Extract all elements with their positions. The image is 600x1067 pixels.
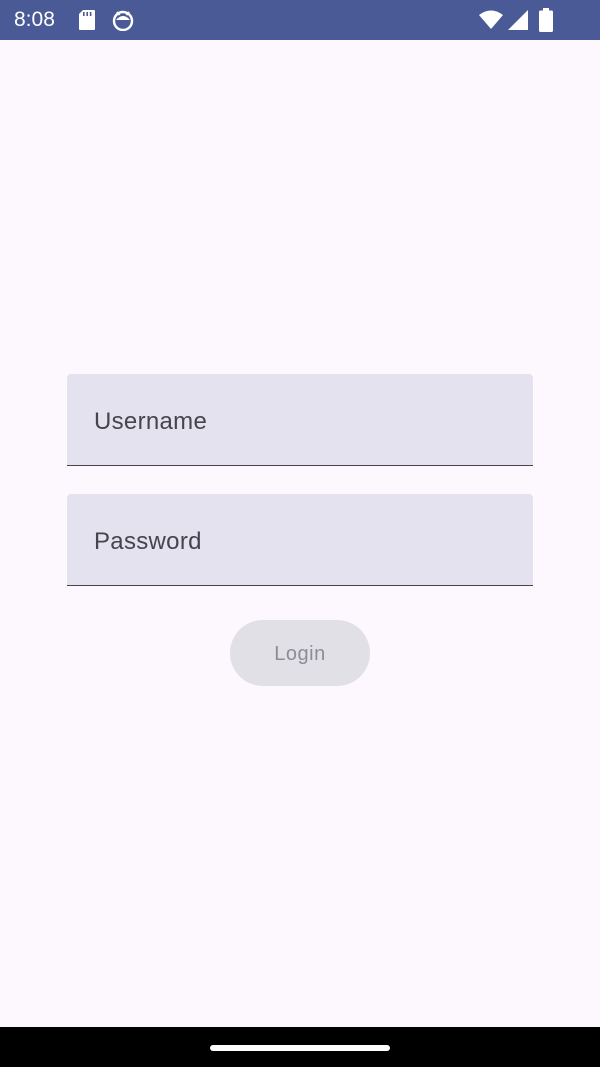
signal-icon bbox=[508, 10, 528, 30]
home-gesture-handle[interactable] bbox=[210, 1045, 390, 1051]
navigation-bar bbox=[0, 1027, 600, 1067]
password-placeholder: Password bbox=[94, 528, 202, 555]
wifi-icon bbox=[479, 10, 503, 29]
battery-icon bbox=[539, 8, 553, 32]
username-placeholder: Username bbox=[94, 408, 208, 435]
login-button-label: Login bbox=[274, 643, 326, 665]
status-bar: 8:08 bbox=[0, 0, 600, 40]
password-field[interactable]: Password bbox=[67, 494, 533, 586]
login-button[interactable]: Login bbox=[230, 620, 370, 686]
username-field[interactable]: Username bbox=[67, 374, 533, 466]
android-icon bbox=[112, 10, 134, 31]
sd-card-icon bbox=[79, 10, 95, 30]
status-time: 8:08 bbox=[14, 8, 55, 31]
